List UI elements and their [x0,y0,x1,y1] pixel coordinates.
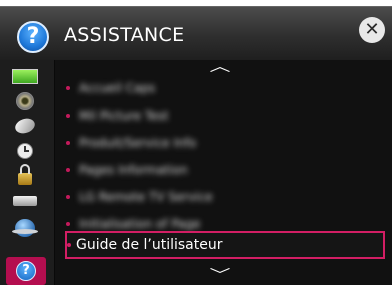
page-title: ASSISTANCE [64,24,185,46]
header-bar: ? ASSISTANCE ✕ [0,6,392,61]
menu-panel: ︿ Accueil Caps Mil Picture Test Produit/… [55,60,392,285]
bullet-icon [66,114,70,118]
menu-item-label: LG Remote TV Service [79,190,213,204]
menu-item[interactable]: Mil Picture Test [65,103,383,129]
scroll-up-arrow-icon[interactable]: ︿ [210,60,231,74]
menu-item-label: Initialisation of Page [79,217,201,231]
sidebar-item-sound[interactable] [10,91,40,111]
scroll-down-arrow-icon[interactable]: ﹀ [210,269,231,283]
menu-item-label: Mil Picture Test [79,109,169,123]
lock-icon [18,164,32,185]
help-icon: ? [16,261,36,281]
sidebar-item-time[interactable] [10,141,40,161]
close-button[interactable]: ✕ [359,17,385,43]
menu-item-label: Guide de l’utilisateur [76,237,223,253]
bullet-icon [66,168,70,172]
menu-item[interactable]: Accueil Caps [65,75,383,101]
bullet-icon [66,86,70,90]
globe-icon [12,219,38,237]
clock-icon [17,143,33,159]
settings-window: ? ASSISTANCE ✕ ? ︿ Accueil Caps Mil Pict… [0,0,392,285]
sidebar-item-picture[interactable] [10,66,40,86]
bullet-icon [66,195,70,199]
sidebar-item-option[interactable] [10,191,40,211]
sidebar-item-lock[interactable] [10,164,40,186]
menu-item-user-guide[interactable]: Guide de l’utilisateur [65,231,385,259]
satellite-icon [13,116,37,136]
monitor-icon [12,68,38,84]
bullet-icon [66,141,70,145]
bullet-icon [66,222,70,226]
sidebar-item-support[interactable]: ? [6,257,46,285]
menu-item[interactable]: Pages Information [65,157,383,183]
menu-item-label: Produit/Service Info [79,136,197,150]
menu-item-label: Accueil Caps [79,81,156,95]
sidebar: ? [0,60,55,285]
speaker-icon [16,92,34,110]
sidebar-item-network[interactable] [10,218,40,238]
sidebar-item-channels[interactable] [10,116,40,136]
bullet-icon [67,243,71,247]
menu-item-label: Pages Information [79,163,188,177]
menu-item[interactable]: Produit/Service Info [65,130,383,156]
help-icon: ? [17,21,49,53]
remote-icon [13,196,37,206]
menu-item[interactable]: LG Remote TV Service [65,184,383,210]
